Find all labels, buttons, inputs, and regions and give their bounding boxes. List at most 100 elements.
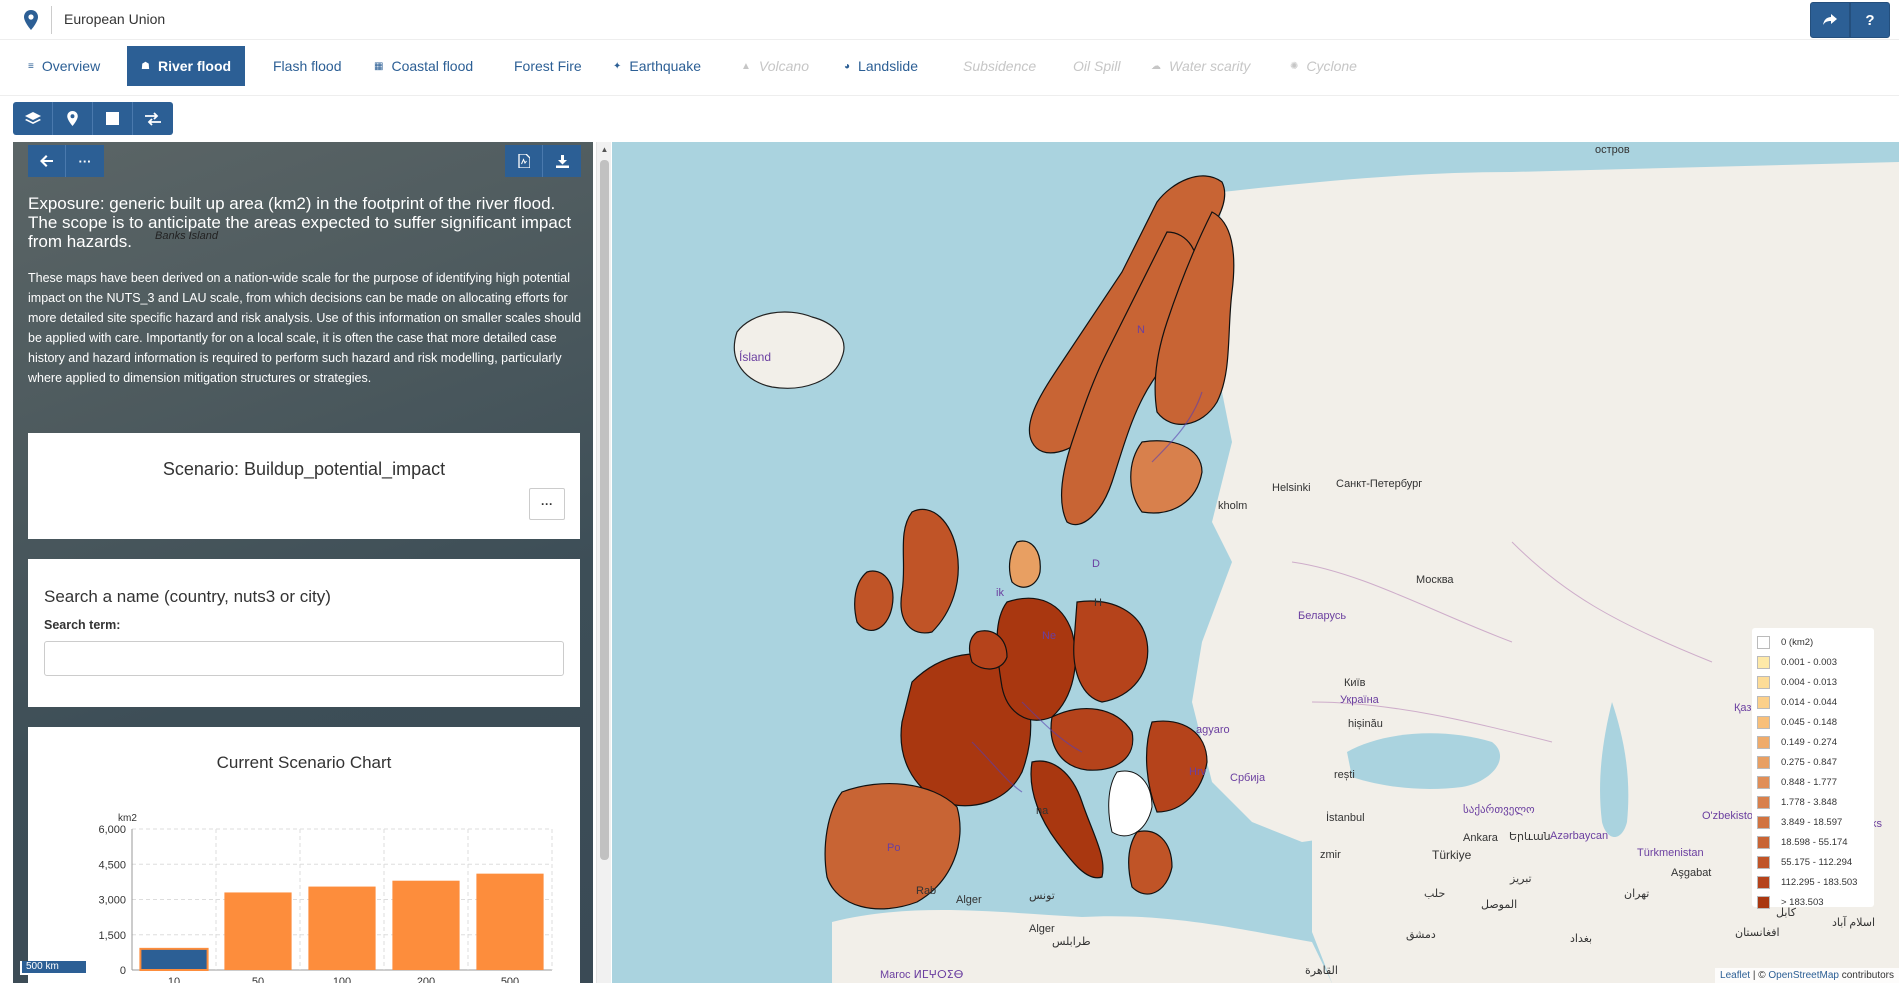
pdf-button[interactable]: [505, 145, 543, 177]
chart-bar[interactable]: [224, 892, 292, 970]
layers-icon: [24, 111, 41, 124]
panel-more-button[interactable]: ···: [66, 145, 104, 177]
locate-button[interactable]: [53, 102, 93, 135]
search-card: Search a name (country, nuts3 or city) S…: [28, 559, 580, 707]
legend-label: 0.014 - 0.044: [1781, 696, 1837, 708]
hazard-tabs: ≡ Overview ☗ River flood Flash flood ▦ Coas…: [0, 46, 1899, 88]
panel-title: Exposure: generic built up area (km2) in…: [28, 194, 572, 251]
map-label: Ísland: [739, 350, 772, 364]
tab-water-scarcity: ☁ Water scarity: [1151, 58, 1251, 74]
region-germany: [996, 597, 1076, 721]
tab-overview[interactable]: ≡ Overview: [14, 46, 114, 86]
map-label: Alger: [1029, 923, 1055, 935]
y-tick-label: 3,000: [98, 895, 126, 907]
chart-bar[interactable]: [308, 886, 376, 970]
map-label: остров: [1595, 144, 1630, 156]
scroll-thumb[interactable]: [600, 160, 609, 860]
back-button[interactable]: [28, 145, 66, 177]
legend-label: 0.004 - 0.013: [1781, 676, 1837, 688]
region-baltics: [1130, 440, 1203, 514]
landslide-icon: ◕: [844, 60, 851, 72]
volcano-icon: ▲: [741, 60, 751, 72]
swap-arrows-icon: [145, 111, 161, 126]
select-area-button[interactable]: [93, 102, 133, 135]
y-tick-label: 6,000: [98, 824, 126, 836]
map-view[interactable]: остров Ísland N Санкт-Петербург Helsinki…: [612, 142, 1899, 983]
chart-bar[interactable]: [476, 873, 544, 970]
x-tick-label: 500: [501, 976, 519, 983]
legend-swatch: [1757, 635, 1770, 649]
y-tick-label: 0: [120, 965, 126, 977]
map-label: تبریز: [1510, 873, 1532, 885]
region-uk: [900, 508, 959, 634]
list-icon: ≡: [28, 60, 34, 72]
legend-row: 0.848 - 1.777: [1757, 772, 1874, 792]
map-label: kholm: [1218, 500, 1248, 512]
tab-coastal-flood[interactable]: ▦ Coastal flood: [360, 46, 487, 86]
tab-earthquake[interactable]: ✦ Earthquake: [599, 46, 715, 86]
legend-row: 1.778 - 3.848: [1757, 792, 1874, 812]
legend-swatch: [1757, 855, 1770, 869]
tab-landslide[interactable]: ◕ Landslide: [830, 46, 932, 86]
earthquake-icon: ✦: [613, 60, 622, 72]
scroll-up-arrow-icon[interactable]: ▲: [597, 145, 612, 155]
scenario-title: Scenario: Buildup_potential_impact: [162, 459, 446, 479]
legend-swatch: [1757, 875, 1770, 889]
panel-scrollbar[interactable]: ▲: [596, 142, 611, 983]
layers-button[interactable]: [13, 102, 53, 135]
tab-forest-fire[interactable]: Forest Fire: [500, 46, 596, 86]
chart-bar[interactable]: [139, 947, 209, 972]
share-button[interactable]: [1810, 2, 1850, 38]
map-label: agyaro: [1196, 724, 1230, 736]
legend-row: 3.849 - 18.597: [1757, 812, 1874, 832]
legend-row: 0.001 - 0.003: [1757, 652, 1874, 672]
region-italy: [1030, 760, 1104, 879]
map-label: საქართველო: [1463, 804, 1535, 816]
region-poland: [1073, 600, 1149, 703]
x-tick-label: 10: [168, 976, 180, 983]
legend-row: 0.149 - 0.274: [1757, 732, 1874, 752]
tab-river-flood[interactable]: ☗ River flood: [127, 46, 246, 86]
map-label: Rab: [916, 885, 937, 897]
help-label: ?: [1865, 11, 1875, 29]
legend-row: 18.598 - 55.174: [1757, 832, 1874, 852]
swap-button[interactable]: [133, 102, 173, 135]
region-balkans-non-eu: [1108, 770, 1153, 837]
map-label: القاهرة: [1305, 965, 1338, 977]
y-tick-label: 4,500: [98, 859, 126, 871]
x-tick-label: 100: [333, 976, 351, 983]
region-ireland: [854, 570, 894, 631]
legend-swatch: [1757, 895, 1770, 909]
chart-bar[interactable]: [392, 880, 460, 970]
legend-label: 0.275 - 0.847: [1781, 756, 1837, 768]
scenario-more-button[interactable]: ···: [529, 488, 565, 520]
map-label: Alger: [956, 894, 982, 906]
region-denmark: [1008, 540, 1041, 588]
legend-row: 55.175 - 112.294: [1757, 852, 1874, 872]
legend-row: 0 (km2): [1757, 632, 1874, 652]
map-label: Po: [887, 842, 901, 854]
osm-link[interactable]: OpenStreetMap: [1768, 970, 1839, 981]
map-label: الموصل: [1481, 899, 1518, 911]
map-label: N: [1137, 324, 1145, 336]
legend-swatch: [1757, 835, 1770, 849]
scenario-bar-chart: 0 1,500 3,000 4,500 6,000 10 50 100 200 500 km2: [98, 813, 553, 983]
region-greece: [1128, 830, 1173, 895]
map-label: افغانستان: [1735, 927, 1780, 939]
help-button[interactable]: ?: [1850, 2, 1890, 38]
legend-swatch: [1757, 655, 1770, 669]
search-input[interactable]: [44, 641, 564, 676]
download-button[interactable]: [543, 145, 581, 177]
legend-label: 55.175 - 112.294: [1781, 856, 1853, 868]
leaflet-link[interactable]: Leaflet: [1720, 970, 1750, 981]
map-label: Санкт-Петербург: [1336, 478, 1423, 490]
legend-row: 0.014 - 0.044: [1757, 692, 1874, 712]
legend-row: 0.004 - 0.013: [1757, 672, 1874, 692]
legend-row: > 183.503: [1757, 892, 1874, 912]
square-icon: [106, 112, 119, 125]
map-label: طرابلس: [1052, 936, 1091, 948]
tab-flash-flood[interactable]: Flash flood: [259, 46, 355, 86]
legend-label: 3.849 - 18.597: [1781, 816, 1843, 828]
tab-oil-spill: Oil Spill: [1073, 58, 1121, 74]
map-label: rești: [1334, 769, 1355, 781]
